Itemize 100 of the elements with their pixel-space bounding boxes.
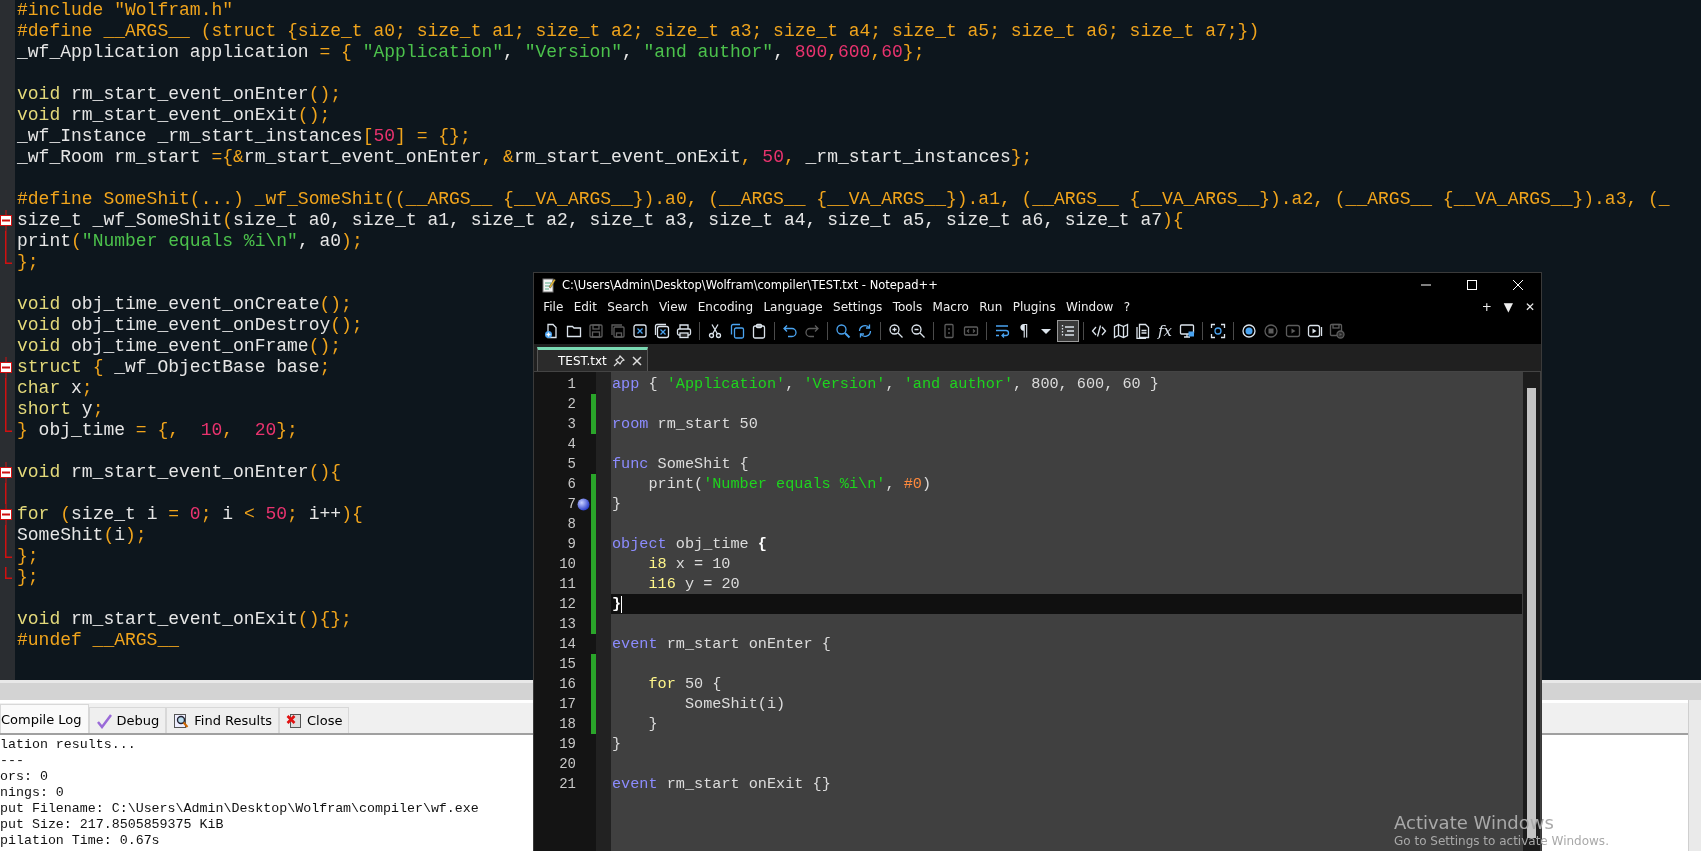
show-all-characters-button[interactable]: ¶	[1013, 319, 1035, 342]
code-line: _wf_Room rm_start ={&rm_start_event_onEnter, &rm_start_event_onExit, 50, _rm_start_instances};	[16, 147, 1033, 168]
code-line: }	[611, 595, 622, 613]
fold-marker-icon[interactable]	[0, 357, 12, 378]
code-line: for (size_t i = 0; i < 50; i++){	[16, 504, 363, 525]
panel-tab[interactable]: Debug	[88, 707, 167, 733]
menu-item[interactable]: File	[538, 300, 569, 314]
scrollbar[interactable]	[1688, 700, 1701, 851]
log-line: nings: 0	[0, 785, 64, 801]
code-line: i8 x = 10	[647, 555, 731, 573]
menu-item[interactable]: Tools	[887, 300, 928, 314]
bookmark-icon[interactable]	[577, 497, 590, 511]
line-number: 10	[558, 556, 576, 572]
menu-item[interactable]: Settings	[827, 300, 888, 314]
menu-item[interactable]: Run	[974, 300, 1008, 314]
line-number: 1	[566, 376, 576, 392]
file-tab[interactable]: TEST.txt	[537, 347, 648, 371]
line-number: 20	[558, 756, 576, 772]
code-line: SomeShit(i)	[683, 695, 786, 713]
menu-item[interactable]: Encoding	[692, 300, 759, 314]
menu-button[interactable]: +	[1475, 300, 1498, 314]
menu-item[interactable]: Window	[1060, 300, 1119, 314]
code-line: }	[611, 735, 622, 753]
text-cursor	[621, 595, 623, 613]
window-title: C:\Users\Admin\Desktop\Wolfram\compiler\TEST.txt - Notepad++	[562, 278, 939, 292]
code-line: event rm_start onExit {}	[611, 775, 831, 793]
tab-label: TEST.txt	[558, 353, 607, 368]
log-line: pilation Time: 0.67s	[0, 833, 160, 849]
code-line: _wf_Application application = { "Application", "Version", "and author", 800,600,60};	[16, 42, 925, 63]
menu-item[interactable]: ?	[1118, 300, 1136, 314]
code-line: print("Number equals %i\n", a0);	[16, 231, 363, 252]
line-number: 19	[558, 736, 576, 752]
notepad-icon	[540, 277, 556, 293]
close-document-icon	[286, 712, 302, 729]
log-line: lation results...	[0, 737, 136, 753]
code-line: };	[16, 546, 39, 567]
line-number: 7	[566, 496, 576, 512]
code-line: void obj_time_event_onCreate();	[16, 294, 352, 315]
code-line: struct { _wf_ObjectBase base;	[16, 357, 331, 378]
code-line: #define SomeShit(...) _wf_SomeShit((__ARGS__ {__VA_ARGS__}).a0, (__ARGS__ {__VA_ARGS__}).a1, (__ARGS__ {__VA_ARGS__}).a2, (__ARGS__ {__VA_ARGS__}).a3, (_	[16, 189, 1670, 210]
code-line: #define __ARGS__ (struct {size_t a0; size_t a1; size_t a2; size_t a3; size_t a4; size_t a5; size_t a6; size_t a7;})	[16, 21, 1260, 42]
log-line: ors: 0	[0, 769, 48, 785]
code-line: void rm_start_event_onEnter(){	[16, 462, 342, 483]
code-line: void rm_start_event_onExit(){};	[16, 609, 352, 630]
line-number: 3	[566, 416, 576, 432]
log-line: ---	[0, 753, 24, 769]
line-number: 14	[558, 636, 576, 652]
code-line: char x;	[16, 378, 93, 399]
line-number: 21	[558, 776, 576, 792]
code-line: }	[611, 495, 622, 513]
menu-item[interactable]: Edit	[568, 300, 603, 314]
line-number: 15	[558, 656, 576, 672]
menu-item[interactable]: Plugins	[1007, 300, 1061, 314]
code-line: event rm_start onEnter {	[611, 635, 831, 653]
code-line: i16 y = 20	[647, 575, 740, 593]
menu-item[interactable]: Search	[602, 300, 654, 314]
code-line: app { 'Application', 'Version', 'and author', 800, 600, 60 }	[611, 375, 1159, 393]
close-icon	[1512, 280, 1524, 290]
line-number: 6	[566, 476, 576, 492]
code-line: print('Number equals %i\n', #0)	[647, 475, 931, 493]
code-line: void rm_start_event_onEnter();	[16, 84, 342, 105]
line-number: 16	[558, 676, 576, 692]
indent-guide-icon[interactable]	[1057, 319, 1079, 342]
code-line: _wf_Instance _rm_start_instances[50] = {};	[16, 126, 471, 147]
code-line: short y;	[16, 399, 104, 420]
panel-tab[interactable]: Compile Log	[0, 704, 89, 733]
fold-marker-icon[interactable]	[0, 462, 12, 483]
code-line: void obj_time_event_onFrame();	[16, 336, 342, 357]
line-number: 9	[566, 536, 576, 552]
code-line: for 50 {	[647, 675, 722, 693]
menu-item[interactable]: View	[653, 300, 693, 314]
line-number: 17	[558, 696, 576, 712]
line-number: 4	[566, 436, 576, 452]
check-icon	[95, 712, 112, 729]
fold-marker-icon[interactable]	[0, 504, 12, 525]
menu-button[interactable]: ▼	[1497, 300, 1519, 314]
function-list-button[interactable]: fx	[1154, 319, 1176, 342]
code-line: func SomeShit {	[611, 455, 749, 473]
line-number: 8	[566, 516, 576, 532]
menu-item[interactable]: Language	[758, 300, 828, 314]
line-number: 2	[566, 396, 576, 412]
code-line: void obj_time_event_onDestroy();	[16, 315, 363, 336]
code-line: SomeShit(i);	[16, 525, 147, 546]
panel-tab[interactable]: Find Results	[166, 707, 279, 733]
line-number: 18	[558, 716, 576, 732]
pin-icon[interactable]	[612, 354, 625, 367]
magnifier-document-icon	[173, 712, 190, 729]
line-number: 12	[558, 596, 576, 612]
code-line: #undef __ARGS__	[16, 630, 180, 651]
close-icon[interactable]	[630, 354, 643, 367]
fold-marker-icon[interactable]	[0, 210, 12, 231]
code-line: #include "Wolfram.h"	[16, 0, 234, 21]
line-number: 5	[566, 456, 576, 472]
menu-button[interactable]: ✕	[1518, 300, 1541, 314]
log-line: put Size: 217.8505859375 KiB	[0, 817, 224, 833]
panel-tab[interactable]: Close	[279, 707, 350, 733]
menu-item[interactable]: Macro	[927, 300, 975, 314]
code-line: void rm_start_event_onExit();	[16, 105, 331, 126]
code-line: }	[647, 715, 658, 733]
line-number: 11	[558, 576, 576, 592]
